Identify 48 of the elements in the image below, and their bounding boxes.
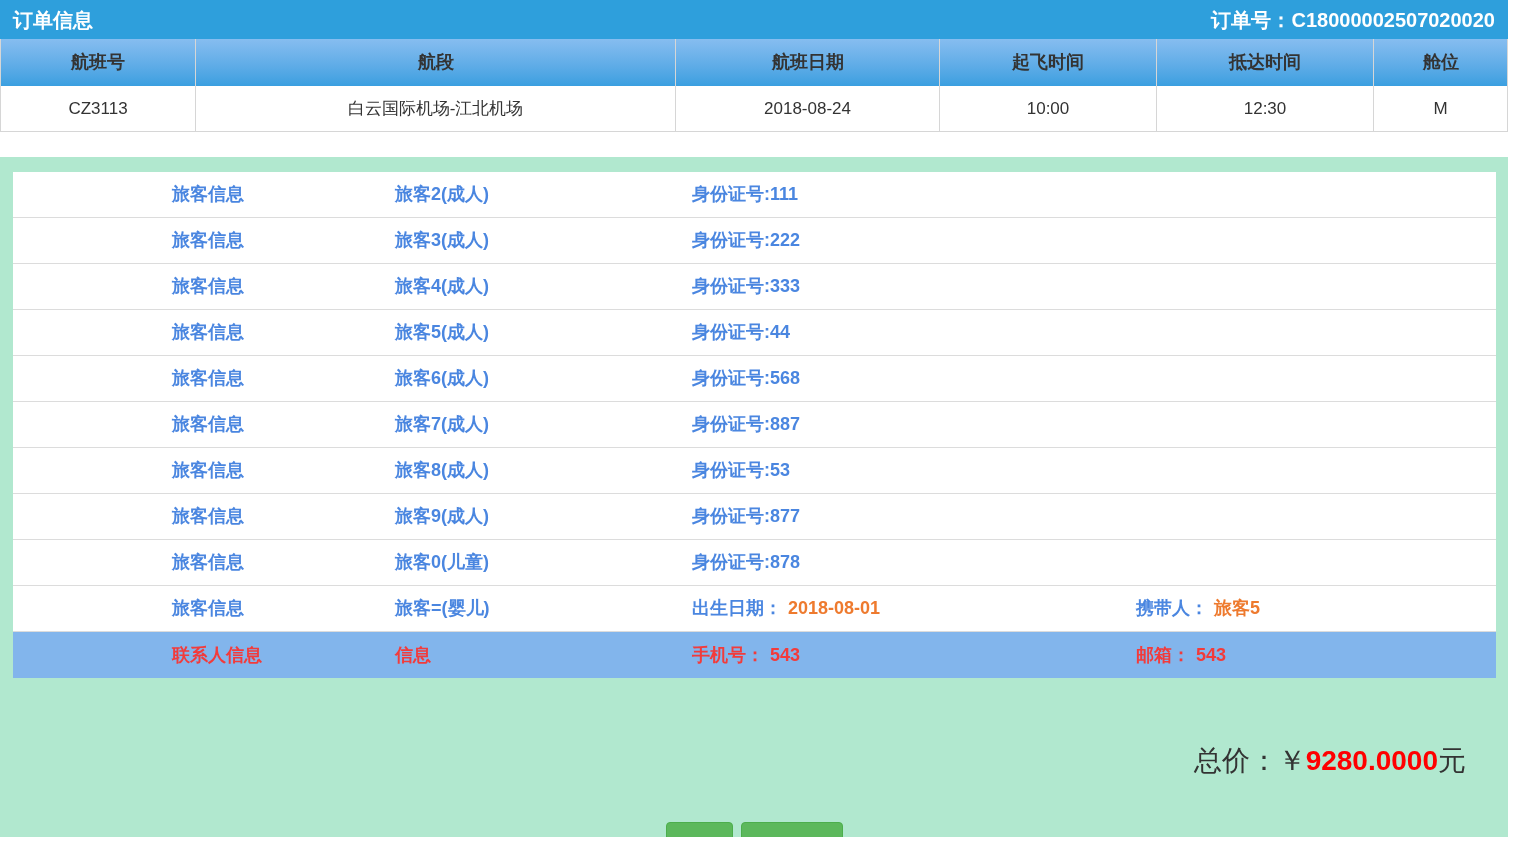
info-text: 旅客信息 (172, 321, 244, 344)
info-text: 旅客5(成人) (395, 321, 489, 344)
info-text: 身份证号:44 (692, 321, 790, 344)
info-text: 旅客3(成人) (395, 229, 489, 252)
field-value: 2018-08-01 (788, 597, 881, 620)
field-label: 携带人： (1136, 597, 1208, 620)
info-text: 联系人信息 (172, 643, 262, 667)
info-text: 身份证号:111 (692, 183, 799, 206)
info-text: 旅客=(婴儿) (395, 597, 490, 620)
field-label: 手机号： (692, 643, 764, 667)
info-text: 身份证号:222 (692, 229, 801, 252)
table-cell: 12:30 (1157, 86, 1374, 131)
info-text: 旅客2(成人) (395, 183, 489, 206)
info-text: 身份证号:887 (692, 413, 801, 436)
info-text: 旅客信息 (172, 505, 244, 528)
info-text: 旅客8(成人) (395, 459, 489, 482)
info-text: 旅客信息 (172, 413, 244, 436)
info-text: 旅客信息 (172, 275, 244, 298)
table-cell: 10:00 (940, 86, 1157, 131)
info-text: 旅客信息 (172, 597, 244, 620)
info-text: 身份证号:568 (692, 367, 801, 390)
table-cell: CZ3113 (1, 86, 196, 131)
field-label: 出生日期： (692, 597, 782, 620)
field-value: 旅客5 (1214, 597, 1260, 620)
info-text: 身份证号:53 (692, 459, 790, 482)
info-text: 身份证号:878 (692, 551, 801, 574)
field-value: 543 (770, 643, 801, 667)
total-price: 总价：￥9280.0000元 (1193, 744, 1466, 778)
info-text: 信息 (395, 643, 431, 667)
info-text: 身份证号:877 (692, 505, 801, 528)
field-value: 543 (1196, 643, 1227, 667)
info-text: 旅客信息 (172, 183, 244, 206)
info-text: 旅客信息 (172, 229, 244, 252)
info-text: 旅客7(成人) (395, 413, 489, 436)
info-text: 旅客0(儿童) (395, 551, 489, 574)
page-title: 订单信息 (13, 7, 93, 33)
info-text: 旅客4(成人) (395, 275, 489, 298)
info-text: 身份证号:333 (692, 275, 801, 298)
info-text: 旅客6(成人) (395, 367, 489, 390)
info-text: 旅客信息 (172, 551, 244, 574)
info-text: 旅客信息 (172, 367, 244, 390)
field-label: 邮箱： (1136, 643, 1190, 667)
table-cell: 白云国际机场-江北机场 (196, 86, 676, 131)
order-number: 订单号：C18000002507020020 (1211, 7, 1495, 33)
table-cell: 2018-08-24 (676, 86, 940, 131)
info-text: 旅客信息 (172, 459, 244, 482)
table-cell: M (1374, 86, 1508, 131)
info-text: 旅客9(成人) (395, 505, 489, 528)
